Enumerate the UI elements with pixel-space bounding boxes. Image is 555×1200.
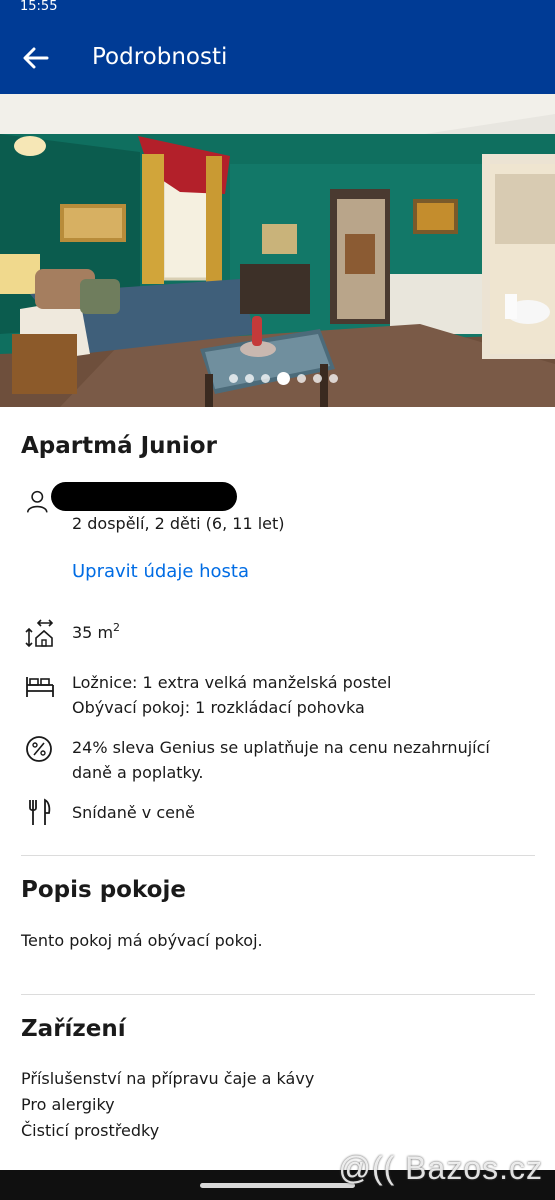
watermark: @(( Bazos.cz xyxy=(338,1150,543,1186)
facility-item: Příslušenství na přípravu čaje a kávy xyxy=(21,1069,315,1088)
back-button[interactable] xyxy=(14,36,58,80)
gallery-dot[interactable] xyxy=(245,374,254,383)
person-icon xyxy=(26,490,48,513)
breakfast-included: Snídaně v ceně xyxy=(72,803,195,822)
page-title: Podrobnosti xyxy=(92,44,228,70)
room-size-unit-sup: 2 xyxy=(113,621,121,634)
arrow-left-icon xyxy=(23,47,49,69)
photo-gallery[interactable] xyxy=(0,94,555,407)
facilities-title: Zařízení xyxy=(21,1016,126,1042)
facility-item: Čisticí prostředky xyxy=(21,1121,160,1140)
guest-count: 2 dospělí, 2 děti (6, 11 let) xyxy=(72,514,285,533)
description-title: Popis pokoje xyxy=(21,877,186,903)
bed-icon xyxy=(26,677,54,697)
divider xyxy=(21,855,535,856)
room-size: 35 m xyxy=(72,623,114,642)
redacted-guest-name xyxy=(51,482,237,511)
app-bar: Podrobnosti xyxy=(0,18,555,94)
room-photo xyxy=(0,94,555,407)
gallery-dot-active[interactable] xyxy=(277,372,290,385)
fork-knife-icon xyxy=(29,798,51,825)
percent-badge-icon xyxy=(26,736,52,762)
bedroom-beds: Ložnice: 1 extra velká manželská postel xyxy=(72,673,392,692)
description-text: Tento pokoj má obývací pokoj. xyxy=(21,931,263,950)
gallery-dot[interactable] xyxy=(329,374,338,383)
gallery-dot[interactable] xyxy=(261,374,270,383)
edit-guest-link[interactable]: Upravit údaje hosta xyxy=(72,561,249,582)
home-gesture-handle[interactable] xyxy=(200,1183,355,1188)
room-size-icon xyxy=(25,619,54,648)
status-bar: 15:55 xyxy=(0,0,555,18)
gallery-dot[interactable] xyxy=(313,374,322,383)
gallery-pagination xyxy=(0,372,555,385)
living-room-beds: Obývací pokoj: 1 rozkládací pohovka xyxy=(72,698,365,717)
divider xyxy=(21,994,535,995)
genius-discount: 24% sleva Genius se uplatňuje na cenu ne… xyxy=(72,738,490,782)
gallery-dot[interactable] xyxy=(297,374,306,383)
facilities-list: Příslušenství na přípravu čaje a kávy Pr… xyxy=(21,1066,314,1144)
status-time: 15:55 xyxy=(20,0,58,14)
gallery-dot[interactable] xyxy=(229,374,238,383)
room-title: Apartmá Junior xyxy=(21,433,217,459)
facility-item: Pro alergiky xyxy=(21,1095,115,1114)
